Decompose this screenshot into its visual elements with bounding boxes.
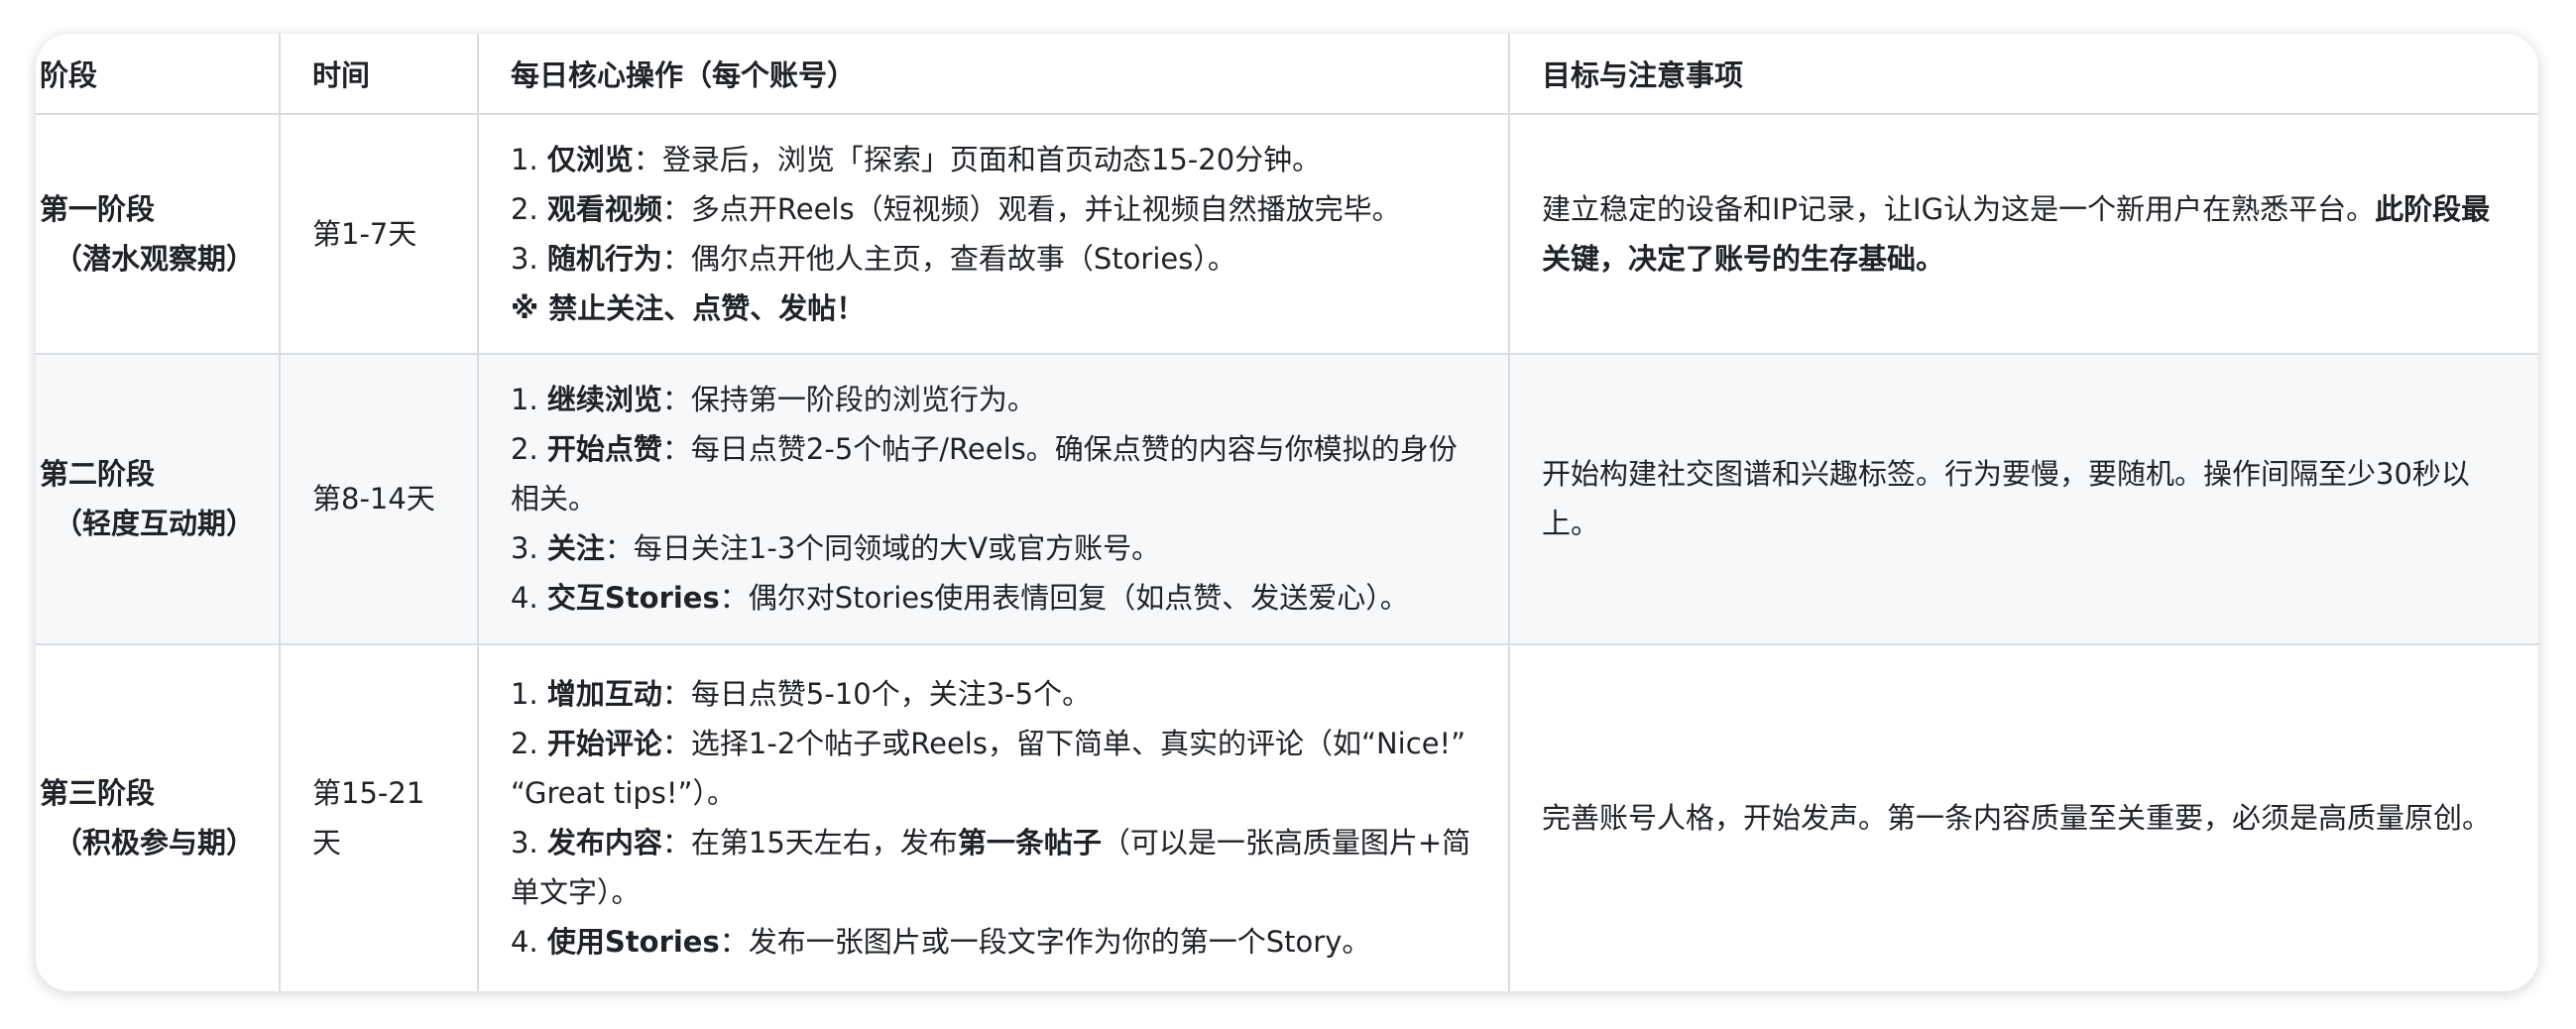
stage-subtitle: （潜水观察期） [54,242,256,277]
stage-name: 第二阶段 [40,457,156,492]
goal-text: 建立稳定的设备和IP记录，让IG认为这是一个新用户在熟悉平台。 [1542,192,2376,227]
stage-cell: 第三阶段 （积极参与期） [36,643,281,991]
stage-name: 第一阶段 [40,192,156,227]
ops-cell: 1. 增加互动：每日点赞5-10个，关注3-5个。 2. 开始评论：选择1-2个… [478,643,1510,991]
table-row: 第三阶段 （积极参与期） 第15-21天 1. 增加互动：每日点赞5-10个，关… [36,643,2538,991]
header-daily-ops: 每日核心操作（每个账号） [478,34,1510,115]
time-cell: 第15-21天 [280,643,479,991]
warmup-schedule-table: 阶段 时间 每日核心操作（每个账号） 目标与注意事项 第一阶段 （潜水观察期） … [36,34,2538,991]
ops-item: 4. 使用Stories：发布一张图片或一段文字作为你的第一个Story。 [511,925,1371,960]
table-row: 第一阶段 （潜水观察期） 第1-7天 1. 仅浏览：登录后，浏览「探索」页面和首… [36,114,2538,356]
time-cell: 第8-14天 [280,354,479,645]
goal-text: 开始构建社交图谱和兴趣标签。行为要慢，要随机。操作间隔至少30秒以上。 [1542,457,2470,541]
goal-cell: 完善账号人格，开始发声。第一条内容质量至关重要，必须是高质量原创。 [1509,644,2538,991]
header-time: 时间 [280,34,479,115]
goal-cell: 建立稳定的设备和IP记录，让IG认为这是一个新用户在熟悉平台。此阶段最关键，决定… [1509,114,2538,356]
stage-cell: 第二阶段 （轻度互动期） [36,354,281,645]
ops-item: 3. 随机行为：偶尔点开他人主页，查看故事（Stories）。 [511,242,1236,277]
ops-item: 2. 开始点赞：每日点赞2-5个帖子/Reels。确保点赞的内容与你模拟的身份相… [511,432,1458,516]
ops-item: 3. 发布内容：在第15天左右，发布第一条帖子（可以是一张高质量图片+简单文字）… [511,826,1471,910]
goal-cell: 开始构建社交图谱和兴趣标签。行为要慢，要随机。操作间隔至少30秒以上。 [1509,354,2538,645]
ops-item: 1. 仅浏览：登录后，浏览「探索」页面和首页动态15-20分钟。 [511,143,1322,177]
stage-cell: 第一阶段 （潜水观察期） [36,114,281,356]
ops-item: 1. 增加互动：每日点赞5-10个，关注3-5个。 [511,677,1092,712]
table-card: 阶段 时间 每日核心操作（每个账号） 目标与注意事项 第一阶段 （潜水观察期） … [36,34,2538,991]
ops-item: 2. 观看视频：多点开Reels（短视频）观看，并让视频自然播放完毕。 [511,192,1401,227]
header-stage: 阶段 [36,34,281,115]
ops-item: 2. 开始评论：选择1-2个帖子或Reels，留下简单、真实的评论（如“Nice… [511,727,1466,811]
header-goals: 目标与注意事项 [1509,34,2538,115]
stage-name: 第三阶段 [40,776,156,811]
ops-cell: 1. 继续浏览：保持第一阶段的浏览行为。 2. 开始点赞：每日点赞2-5个帖子/… [478,354,1510,645]
ops-item: 1. 继续浏览：保持第一阶段的浏览行为。 [511,383,1036,417]
table-row: 第二阶段 （轻度互动期） 第8-14天 1. 继续浏览：保持第一阶段的浏览行为。… [36,354,2538,645]
time-cell: 第1-7天 [280,114,479,356]
ops-item: 3. 关注：每日关注1-3个同领域的大V或官方账号。 [511,531,1161,566]
ops-item: 4. 交互Stories：偶尔对Stories使用表情回复（如点赞、发送爱心）。 [511,581,1409,616]
ops-warning: ※ 禁止关注、点赞、发帖！ [511,291,866,326]
table-header-row: 阶段 时间 每日核心操作（每个账号） 目标与注意事项 [36,34,2538,115]
ops-cell: 1. 仅浏览：登录后，浏览「探索」页面和首页动态15-20分钟。 2. 观看视频… [478,114,1510,356]
goal-text: 完善账号人格，开始发声。第一条内容质量至关重要，必须是高质量原创。 [1542,801,2492,836]
stage-subtitle: （轻度互动期） [54,507,256,541]
stage-subtitle: （积极参与期） [54,826,256,860]
